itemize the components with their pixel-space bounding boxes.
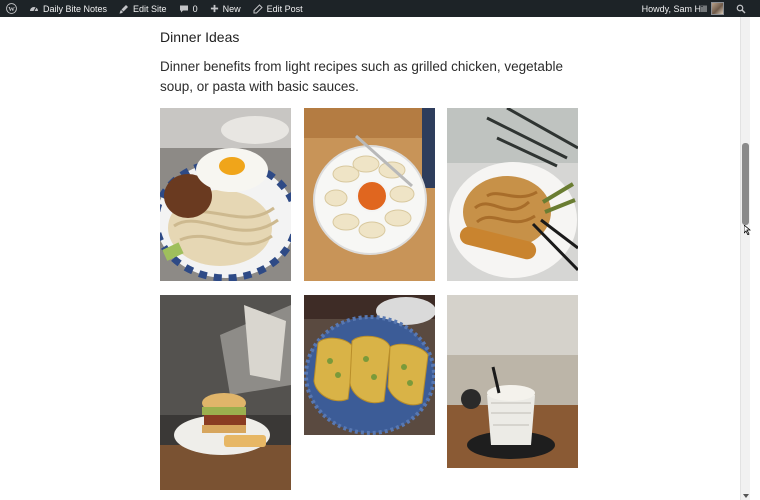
gallery-image-fried-noodles[interactable] [447, 108, 578, 281]
scroll-down-arrow-icon[interactable] [743, 494, 749, 498]
pencil-icon [253, 3, 263, 13]
new-label: New [222, 3, 241, 14]
drink-photo [447, 295, 578, 468]
post-paragraph: Dinner benefits from light recipes such … [160, 59, 563, 94]
scrollbar-thumb[interactable] [742, 143, 749, 225]
gallery-image-noodles[interactable] [160, 108, 291, 281]
avatar [711, 2, 724, 15]
my-account-menu[interactable]: Howdy, Sam Hill [636, 0, 730, 17]
comment-bubble-icon [179, 5, 188, 12]
post-heading: Dinner Ideas [160, 29, 240, 45]
vertical-scrollbar[interactable] [740, 17, 750, 500]
dumplings-photo [304, 108, 435, 281]
window-edge [750, 17, 760, 500]
howdy-label: Howdy, Sam Hill [641, 3, 707, 14]
edit-post-link[interactable]: Edit Post [247, 0, 309, 17]
site-name-label: Daily Bite Notes [43, 3, 108, 14]
burger-photo [160, 295, 291, 490]
dashboard-icon [30, 7, 38, 12]
plus-icon [210, 4, 218, 13]
gallery-image-dumplings[interactable] [304, 108, 435, 281]
svg-text:W: W [8, 6, 15, 13]
wordpress-logo-icon: W [6, 3, 17, 14]
comments-link[interactable]: 0 [173, 0, 204, 17]
gallery-image-tacos[interactable] [304, 295, 435, 435]
mouse-cursor-icon [743, 222, 752, 240]
admin-bar: W Daily Bite Notes Edit Site 0 New Edit [0, 0, 760, 17]
search-icon [736, 4, 746, 13]
tacos-photo [304, 295, 435, 435]
search-button[interactable] [730, 0, 760, 17]
gallery-image-drink[interactable] [447, 295, 578, 468]
gallery-image-burger[interactable] [160, 295, 291, 490]
site-name-link[interactable]: Daily Bite Notes [23, 0, 113, 17]
edit-site-label: Edit Site [133, 3, 167, 14]
fried-noodles-photo [447, 108, 578, 281]
edit-site-link[interactable]: Edit Site [113, 0, 173, 17]
paintbrush-icon [119, 4, 129, 13]
comments-count: 0 [192, 3, 198, 14]
noodles-photo [160, 108, 291, 281]
new-content-link[interactable]: New [204, 0, 247, 17]
edit-post-label: Edit Post [266, 3, 303, 14]
wordpress-logo-button[interactable]: W [0, 0, 23, 17]
post-content: Dinner Ideas Dinner benefits from light … [0, 17, 740, 500]
